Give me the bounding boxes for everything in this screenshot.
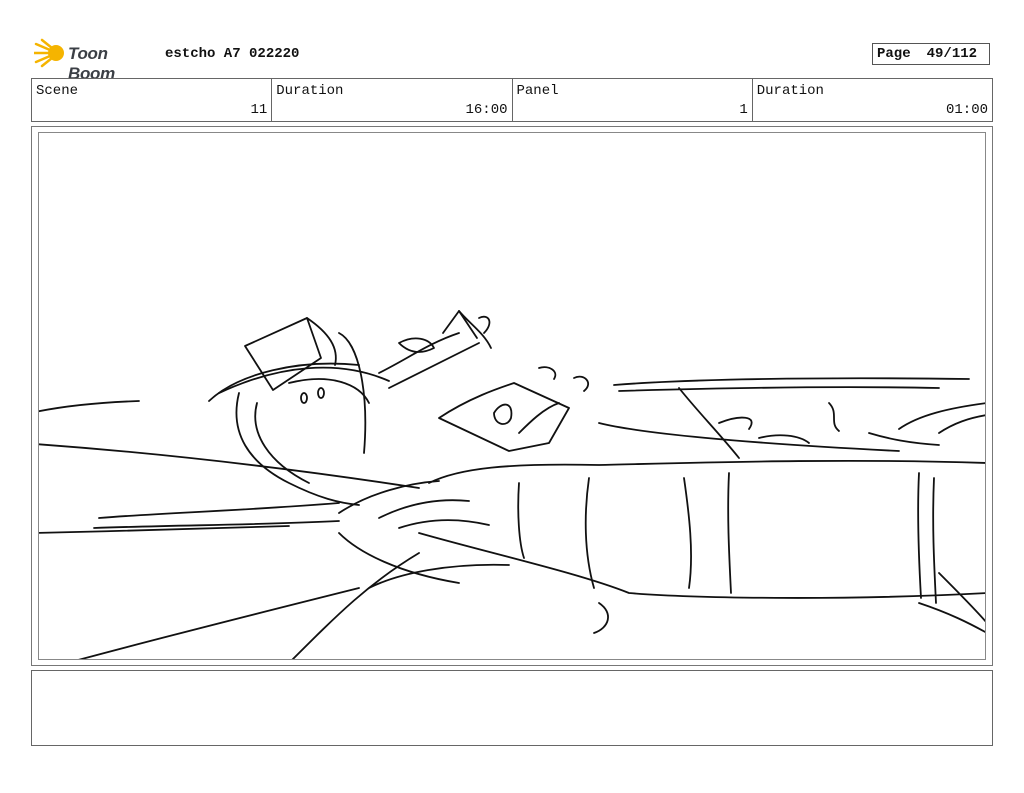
scene-label: Scene bbox=[36, 83, 79, 99]
storyboard-panel-frame bbox=[31, 126, 993, 666]
logo-burst-icon bbox=[34, 38, 64, 68]
panel-label: Panel bbox=[516, 83, 559, 99]
scene-cell: Scene 11 bbox=[32, 79, 273, 121]
panel-notes-area bbox=[31, 670, 993, 746]
panel-duration-label: Duration bbox=[756, 83, 824, 99]
scene-duration-value: 16:00 bbox=[465, 102, 508, 118]
panel-value: 1 bbox=[739, 102, 748, 118]
sketch-drawing bbox=[39, 310, 985, 659]
panel-cell: Panel 1 bbox=[513, 79, 753, 121]
storyboard-panel bbox=[38, 132, 986, 660]
page-number: 49/112 bbox=[926, 46, 978, 62]
page-label: Page bbox=[877, 46, 911, 62]
toon-boom-logo: Toon Boom bbox=[34, 38, 159, 83]
panel-info-bar: Scene 11 Duration 16:00 Panel 1 Duration… bbox=[31, 78, 993, 122]
panel-duration-value: 01:00 bbox=[945, 102, 988, 118]
scene-duration-label: Duration bbox=[276, 83, 344, 99]
page-indicator: Page 49/112 bbox=[872, 43, 990, 65]
scene-duration-cell: Duration 16:00 bbox=[272, 79, 513, 121]
scene-value: 11 bbox=[250, 102, 268, 118]
project-title: estcho A7 022220 bbox=[165, 46, 300, 62]
panel-duration-cell: Duration 01:00 bbox=[753, 79, 992, 121]
